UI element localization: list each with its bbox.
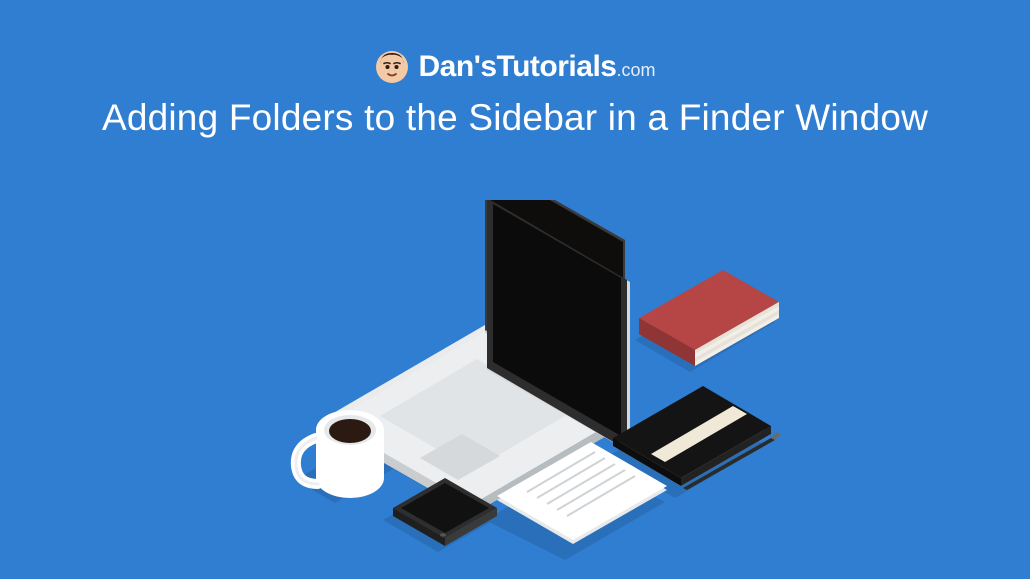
brand-name-suffix: .com — [616, 60, 655, 80]
page-title: Adding Folders to the Sidebar in a Finde… — [0, 97, 1030, 139]
hero-illustration — [235, 200, 795, 560]
brand-name-main: Dan'sTutorials — [419, 50, 617, 83]
header: Dan'sTutorials.com Adding Folders to the… — [0, 0, 1030, 139]
brand-lockup: Dan'sTutorials.com — [375, 50, 656, 84]
coffee-mug-icon — [296, 410, 384, 498]
brand-text: Dan'sTutorials.com — [419, 50, 656, 84]
avatar-icon — [375, 50, 409, 84]
